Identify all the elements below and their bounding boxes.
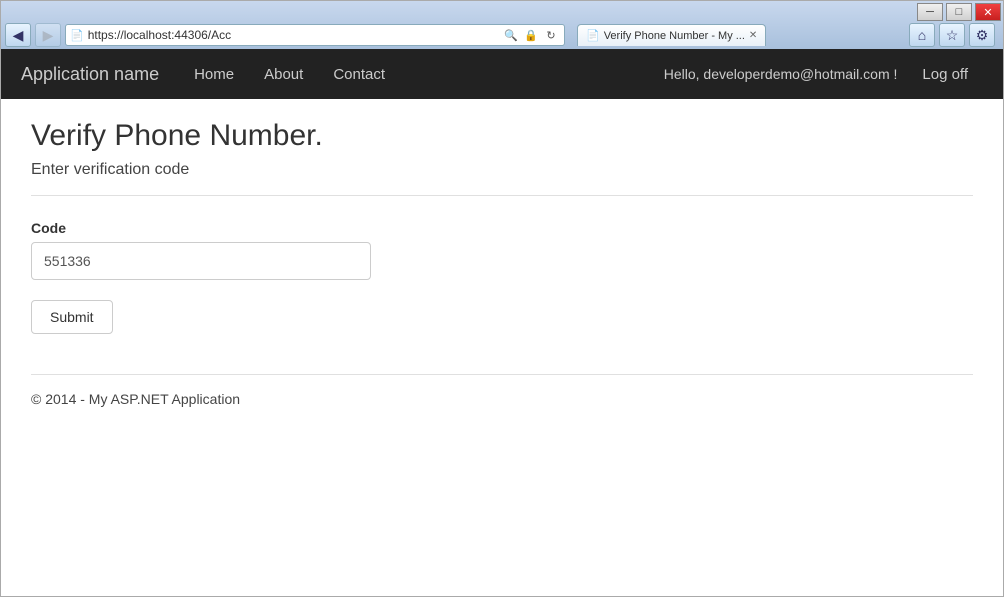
browser-window: ─ □ ✕ ◀ ▶ 📄 https://localhost:44306/Acc … bbox=[0, 0, 1004, 597]
nav-contact[interactable]: Contact bbox=[318, 51, 400, 98]
tab-title: Verify Phone Number - My ... bbox=[604, 30, 745, 42]
forward-button[interactable]: ▶ bbox=[35, 23, 61, 47]
back-icon: ◀ bbox=[13, 27, 24, 44]
app-navbar: Application name Home About Contact Hell… bbox=[1, 49, 1003, 99]
window-controls-row: ─ □ ✕ bbox=[1, 1, 1003, 21]
nav-logoff-link[interactable]: Log off bbox=[907, 51, 983, 98]
page-footer: © 2014 - My ASP.NET Application bbox=[31, 374, 973, 407]
code-input[interactable] bbox=[31, 242, 371, 280]
minimize-button[interactable]: ─ bbox=[917, 3, 943, 21]
verify-form: Code Submit bbox=[31, 220, 973, 334]
gear-icon: ⚙ bbox=[976, 27, 989, 44]
submit-button[interactable]: Submit bbox=[31, 300, 113, 334]
footer-text: © 2014 - My ASP.NET Application bbox=[31, 391, 240, 407]
submit-form-group: Submit bbox=[31, 300, 973, 334]
address-actions: 🔍 🔒 ↻ bbox=[502, 26, 560, 44]
main-content: Verify Phone Number. Enter verification … bbox=[1, 99, 1003, 596]
home-toolbar-button[interactable]: ⌂ bbox=[909, 23, 935, 47]
address-bar[interactable]: 📄 https://localhost:44306/Acc 🔍 🔒 ↻ bbox=[65, 24, 565, 46]
address-lock-button[interactable]: 🔒 bbox=[522, 26, 540, 44]
code-form-group: Code bbox=[31, 220, 973, 280]
close-button[interactable]: ✕ bbox=[975, 3, 1001, 21]
nav-brand[interactable]: Application name bbox=[21, 64, 159, 85]
page-subtitle: Enter verification code bbox=[31, 161, 973, 179]
home-icon: ⌂ bbox=[918, 27, 926, 43]
favorites-button[interactable]: ☆ bbox=[939, 23, 965, 47]
address-refresh-button[interactable]: ↻ bbox=[542, 26, 560, 44]
page-icon: 📄 bbox=[70, 29, 84, 42]
forward-icon: ▶ bbox=[43, 27, 54, 44]
browser-nav-row: ◀ ▶ 📄 https://localhost:44306/Acc 🔍 🔒 ↻ … bbox=[1, 21, 1003, 49]
url-text: https://localhost:44306/Acc bbox=[88, 28, 498, 42]
nav-home[interactable]: Home bbox=[179, 51, 249, 98]
page-title: Verify Phone Number. bbox=[31, 119, 973, 153]
nav-about[interactable]: About bbox=[249, 51, 318, 98]
browser-chrome: ─ □ ✕ ◀ ▶ 📄 https://localhost:44306/Acc … bbox=[1, 1, 1003, 49]
star-icon: ☆ bbox=[946, 27, 959, 44]
address-search-button[interactable]: 🔍 bbox=[502, 26, 520, 44]
settings-button[interactable]: ⚙ bbox=[969, 23, 995, 47]
code-label: Code bbox=[31, 220, 973, 236]
tab-bar: 📄 Verify Phone Number - My ... ✕ bbox=[577, 24, 766, 46]
nav-right: Hello, developerdemo@hotmail.com ! Log o… bbox=[654, 51, 983, 98]
tab-close-button[interactable]: ✕ bbox=[749, 30, 757, 41]
back-button[interactable]: ◀ bbox=[5, 23, 31, 47]
browser-toolbar-right: ⌂ ☆ ⚙ bbox=[909, 23, 999, 47]
nav-user-greeting: Hello, developerdemo@hotmail.com ! bbox=[654, 51, 908, 97]
maximize-button[interactable]: □ bbox=[946, 3, 972, 21]
tab-icon: 📄 bbox=[586, 29, 600, 42]
content-divider bbox=[31, 195, 973, 196]
active-tab[interactable]: 📄 Verify Phone Number - My ... ✕ bbox=[577, 24, 766, 46]
